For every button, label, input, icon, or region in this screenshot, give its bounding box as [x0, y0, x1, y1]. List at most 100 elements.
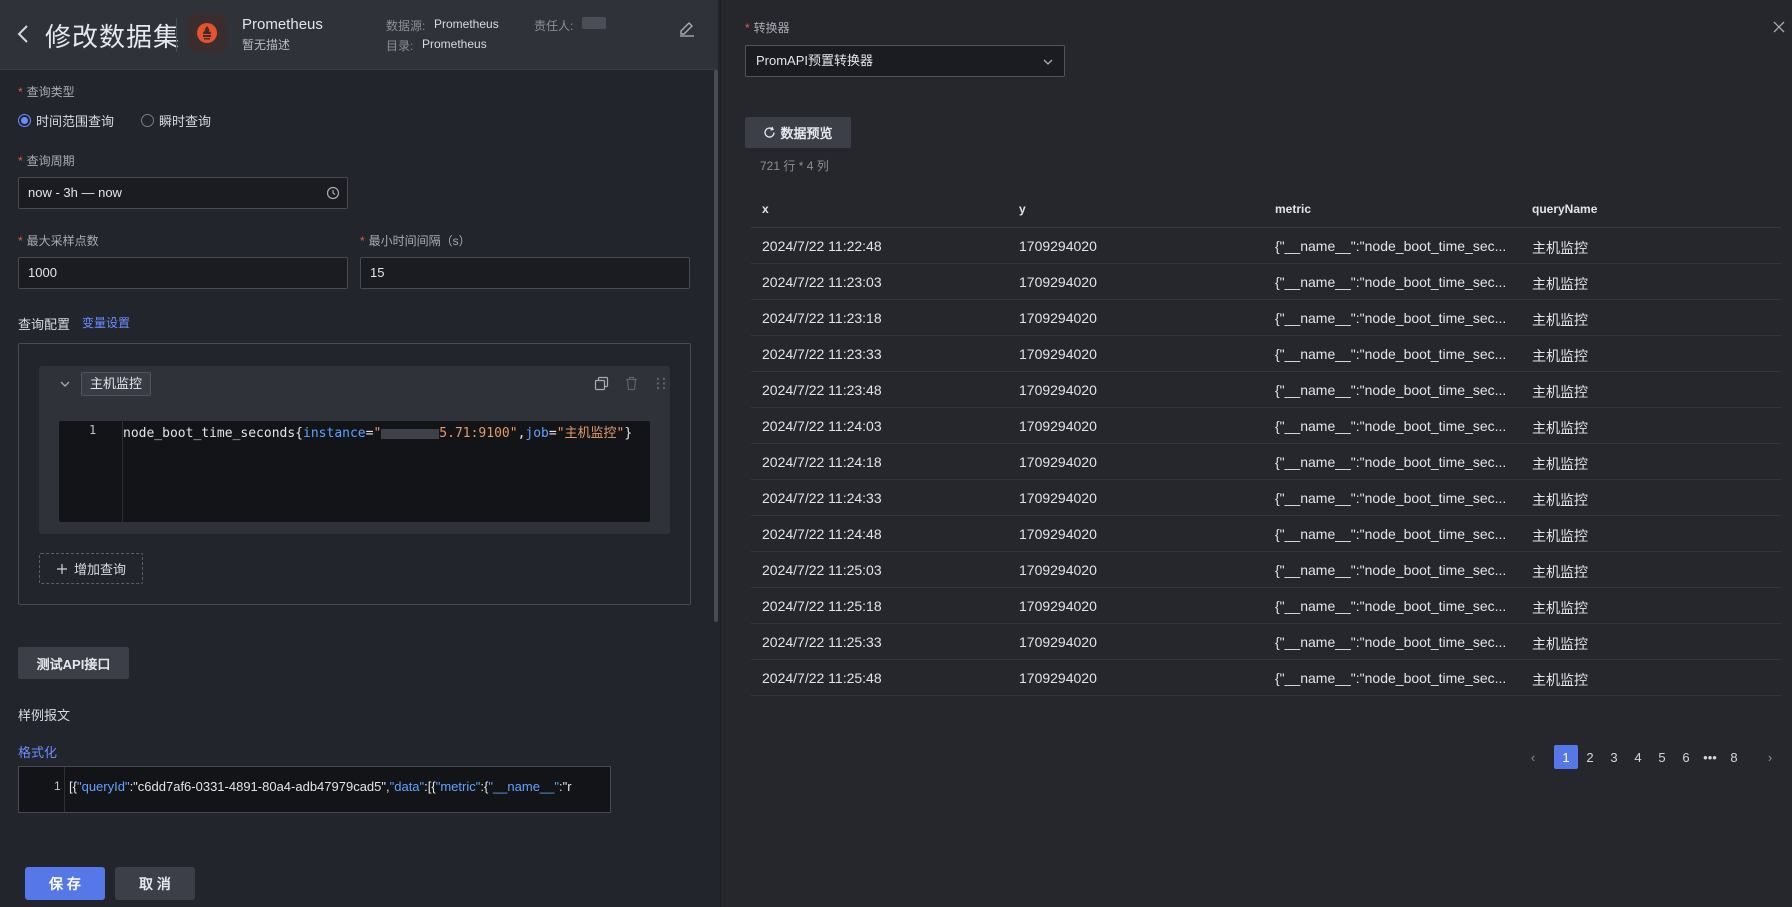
back-arrow-icon[interactable] [12, 22, 36, 46]
chevron-down-icon [1043, 59, 1053, 65]
cell-y: 1709294020 [1019, 346, 1097, 362]
page-title: 修改数据集 [45, 22, 181, 52]
meta-datasource-value: Prometheus [434, 17, 499, 31]
column-header-x[interactable]: x [762, 202, 769, 216]
converter-select[interactable]: PromAPI预置转换器 [745, 45, 1065, 77]
sample-response-editor[interactable]: 1 [{"queryId":"c6dd7af6-0331-4891-80a4-a… [18, 766, 611, 813]
cell-queryname: 主机监控 [1532, 456, 1588, 472]
sample-response-label: 样例报文 [18, 708, 71, 723]
column-header-queryname[interactable]: queryName [1532, 202, 1597, 216]
query-name-tag[interactable]: 主机监控 [81, 372, 152, 396]
cell-y: 1709294020 [1019, 418, 1097, 434]
sample-line-number: 1 [54, 779, 61, 793]
query-period-input[interactable]: now - 3h — now [18, 177, 348, 209]
add-query-button[interactable]: 增加查询 [39, 553, 143, 584]
page-3[interactable]: 3 [1602, 745, 1626, 769]
cell-queryname: 主机监控 [1532, 528, 1588, 544]
cell-y: 1709294020 [1019, 670, 1097, 686]
drag-handle-icon[interactable] [655, 376, 667, 391]
format-link[interactable]: 格式化 [18, 742, 57, 761]
table-row[interactable]: 2024/7/22 11:25:18 1709294020 {"__name__":… [751, 588, 1781, 624]
preview-panel: * 转换器 PromAPI预置转换器 数据预览 721 行 * 4 列 x y m… [720, 0, 1792, 907]
cell-y: 1709294020 [1019, 490, 1097, 506]
cell-metric: {"__name__":"node_boot_time_sec... [1275, 634, 1507, 650]
page-1[interactable]: 1 [1554, 745, 1578, 769]
cancel-button[interactable]: 取 消 [115, 867, 195, 900]
table-row[interactable]: 2024/7/22 11:23:18 1709294020 {"__name__":… [751, 300, 1781, 336]
table-row[interactable]: 2024/7/22 11:22:48 1709294020 {"__name__":… [751, 228, 1781, 264]
table-row[interactable]: 2024/7/22 11:23:33 1709294020 {"__name__":… [751, 336, 1781, 372]
plus-icon [56, 563, 67, 574]
cell-x: 2024/7/22 11:23:48 [762, 382, 882, 398]
cell-queryname: 主机监控 [1532, 564, 1588, 580]
page-2[interactable]: 2 [1578, 745, 1602, 769]
chevron-down-icon[interactable] [59, 378, 71, 390]
radio-range-query[interactable]: 时间范围查询 [18, 111, 114, 130]
page-8[interactable]: 8 [1722, 745, 1746, 769]
edit-pencil-icon[interactable] [678, 19, 696, 37]
table-row[interactable]: 2024/7/22 11:24:33 1709294020 {"__name__":… [751, 480, 1781, 516]
table-row[interactable]: 2024/7/22 11:24:03 1709294020 {"__name__":… [751, 408, 1781, 444]
next-page-icon[interactable]: › [1758, 745, 1782, 769]
converter-label: * 转换器 [745, 21, 790, 35]
test-api-button[interactable]: 测试API接口 [18, 647, 129, 679]
max-points-input[interactable]: 1000 [18, 257, 348, 289]
pagination: ‹ 1 2 3 4 5 6 ••• 8 › [721, 745, 1792, 771]
table-row[interactable]: 2024/7/22 11:24:18 1709294020 {"__name__":… [751, 444, 1781, 480]
radio-instant-query[interactable]: 瞬时查询 [141, 111, 211, 130]
prometheus-logo-icon [188, 14, 226, 52]
cell-metric: {"__name__":"node_boot_time_sec... [1275, 418, 1507, 434]
cell-metric: {"__name__":"node_boot_time_sec... [1275, 382, 1507, 398]
column-header-y[interactable]: y [1019, 202, 1026, 216]
cell-metric: {"__name__":"node_boot_time_sec... [1275, 274, 1507, 290]
cell-y: 1709294020 [1019, 274, 1097, 290]
cell-x: 2024/7/22 11:25:18 [762, 598, 882, 614]
cell-x: 2024/7/22 11:24:03 [762, 418, 882, 434]
cell-queryname: 主机监控 [1532, 492, 1588, 508]
clock-icon [326, 186, 340, 200]
promql-code: node_boot_time_seconds{instance=" 5.71:91… [123, 426, 633, 441]
query-card: 主机监控 1 node_boot_time_seconds{instance="… [39, 366, 670, 534]
table-row[interactable]: 2024/7/22 11:24:48 1709294020 {"__name__":… [751, 516, 1781, 552]
close-icon[interactable] [1771, 19, 1787, 35]
save-button[interactable]: 保 存 [25, 867, 105, 900]
cell-x: 2024/7/22 11:24:33 [762, 490, 882, 506]
meta-catalog-key: 目录: [386, 39, 414, 53]
data-preview-button[interactable]: 数据预览 [745, 117, 851, 148]
cell-x: 2024/7/22 11:23:33 [762, 346, 882, 362]
max-points-label: * 最大采样点数 [18, 234, 99, 248]
promql-editor[interactable]: 1 node_boot_time_seconds{instance=" 5.71:… [59, 421, 650, 522]
delete-icon[interactable] [624, 376, 639, 391]
table-row[interactable]: 2024/7/22 11:25:03 1709294020 {"__name__":… [751, 552, 1781, 588]
cell-queryname: 主机监控 [1532, 276, 1588, 292]
table-row[interactable]: 2024/7/22 11:23:48 1709294020 {"__name__":… [751, 372, 1781, 408]
page-4[interactable]: 4 [1626, 745, 1650, 769]
table-row[interactable]: 2024/7/22 11:25:33 1709294020 {"__name__":… [751, 624, 1781, 660]
page-ellipsis[interactable]: ••• [1698, 745, 1722, 769]
cell-x: 2024/7/22 11:23:18 [762, 310, 882, 326]
sample-json: [{"queryId":"c6dd7af6-0331-4891-80a4-adb… [69, 779, 572, 794]
table-body: 2024/7/22 11:22:48 1709294020 {"__name__":… [751, 228, 1781, 696]
cell-x: 2024/7/22 11:24:48 [762, 526, 882, 542]
prev-page-icon[interactable]: ‹ [1521, 745, 1545, 769]
query-config-label: 查询配置 [18, 317, 71, 332]
cell-queryname: 主机监控 [1532, 636, 1588, 652]
form-scrollbar[interactable] [714, 70, 718, 622]
table-row[interactable]: 2024/7/22 11:25:48 1709294020 {"__name__":… [751, 660, 1781, 696]
cell-y: 1709294020 [1019, 454, 1097, 470]
cell-y: 1709294020 [1019, 310, 1097, 326]
cell-y: 1709294020 [1019, 526, 1097, 542]
page-5[interactable]: 5 [1650, 745, 1674, 769]
cell-x: 2024/7/22 11:22:48 [762, 238, 882, 254]
cell-y: 1709294020 [1019, 562, 1097, 578]
datasource-description: 暂无描述 [242, 38, 291, 52]
cell-metric: {"__name__":"node_boot_time_sec... [1275, 346, 1507, 362]
cell-y: 1709294020 [1019, 238, 1097, 254]
page-6[interactable]: 6 [1674, 745, 1698, 769]
column-header-metric[interactable]: metric [1275, 202, 1311, 216]
min-interval-input[interactable]: 15 [360, 257, 690, 289]
meta-catalog-value: Prometheus [422, 37, 487, 51]
table-row[interactable]: 2024/7/22 11:23:03 1709294020 {"__name__":… [751, 264, 1781, 300]
copy-icon[interactable] [594, 376, 609, 391]
variable-settings-link[interactable]: 变量设置 [82, 314, 130, 331]
